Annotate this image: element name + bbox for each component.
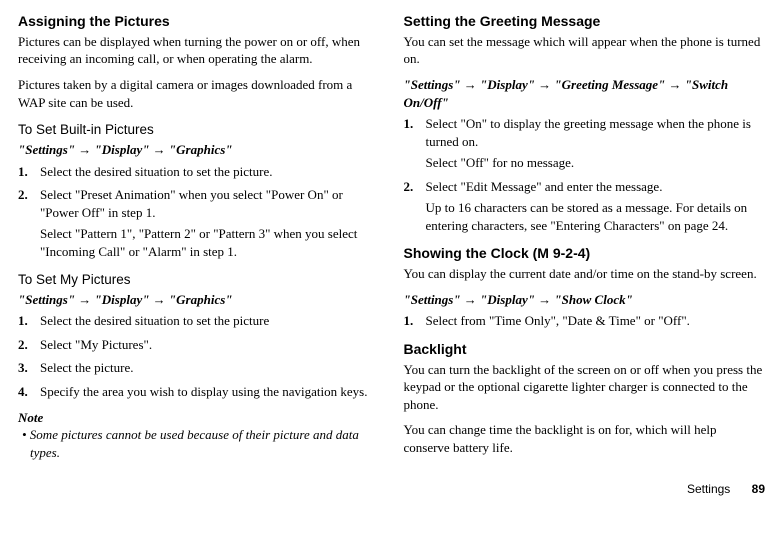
- heading-assigning-pictures: Assigning the Pictures: [18, 12, 380, 31]
- paragraph: You can set the message which will appea…: [404, 33, 766, 68]
- step-list: 1. Select the desired situation to set th…: [18, 312, 380, 400]
- step-text: Specify the area you wish to display usi…: [40, 384, 367, 399]
- step-text: Select the desired situation to set the …: [40, 313, 269, 328]
- footer-page-number: 89: [752, 482, 765, 496]
- step-item: 2. Select "Edit Message" and enter the me…: [404, 178, 766, 235]
- paragraph: You can display the current date and/or …: [404, 265, 766, 283]
- step-item: 4. Specify the area you wish to display u…: [18, 383, 380, 401]
- left-column: Assigning the Pictures Pictures can be d…: [18, 12, 380, 465]
- step-text: Select the picture.: [40, 360, 134, 375]
- menu-path: "Settings" → "Display" → "Graphics": [18, 141, 380, 159]
- step-number: 2.: [404, 178, 414, 196]
- page-footer: Settings 89: [18, 481, 765, 497]
- step-number: 2.: [18, 186, 28, 204]
- heading-greeting-message: Setting the Greeting Message: [404, 12, 766, 31]
- menu-path: "Settings" → "Display" → "Graphics": [18, 291, 380, 309]
- step-item: 3. Select the picture.: [18, 359, 380, 377]
- step-list: 1. Select "On" to display the greeting me…: [404, 115, 766, 234]
- step-list: 1. Select from "Time Only", "Date & Time"…: [404, 312, 766, 330]
- step-item: 2. Select "My Pictures".: [18, 336, 380, 354]
- step-text: Select from "Time Only", "Date & Time" o…: [426, 313, 690, 328]
- step-subtext: Up to 16 characters can be stored as a m…: [426, 199, 766, 234]
- paragraph: Pictures taken by a digital camera or im…: [18, 76, 380, 111]
- right-column: Setting the Greeting Message You can set…: [404, 12, 766, 465]
- step-number: 1.: [18, 163, 28, 181]
- footer-section-label: Settings: [687, 482, 730, 496]
- menu-code: (M 9-2-4): [533, 245, 591, 261]
- step-item: 1. Select the desired situation to set th…: [18, 312, 380, 330]
- paragraph: Pictures can be displayed when turning t…: [18, 33, 380, 68]
- note-body: • Some pictures cannot be used because o…: [18, 426, 380, 461]
- subheading-builtin-pictures: To Set Built-in Pictures: [18, 121, 380, 139]
- step-item: 1. Select "On" to display the greeting me…: [404, 115, 766, 172]
- step-text: Select "On" to display the greeting mess…: [426, 116, 751, 149]
- note-heading: Note: [18, 409, 380, 427]
- step-number: 3.: [18, 359, 28, 377]
- page-columns: Assigning the Pictures Pictures can be d…: [18, 12, 765, 465]
- step-text: Select "Preset Animation" when you selec…: [40, 187, 343, 220]
- step-subtext: Select "Off" for no message.: [426, 154, 766, 172]
- step-number: 1.: [404, 312, 414, 330]
- heading-backlight: Backlight: [404, 340, 766, 359]
- step-item: 1. Select the desired situation to set th…: [18, 163, 380, 181]
- heading-text: Showing the Clock: [404, 245, 529, 261]
- step-number: 1.: [18, 312, 28, 330]
- step-number: 4.: [18, 383, 28, 401]
- step-text: Select "Edit Message" and enter the mess…: [426, 179, 663, 194]
- step-subtext: Select "Pattern 1", "Pattern 2" or "Patt…: [40, 225, 380, 260]
- step-text: Select "My Pictures".: [40, 337, 152, 352]
- paragraph: You can turn the backlight of the screen…: [404, 361, 766, 414]
- heading-showing-clock: Showing the Clock (M 9-2-4): [404, 244, 766, 263]
- step-item: 1. Select from "Time Only", "Date & Time"…: [404, 312, 766, 330]
- step-list: 1. Select the desired situation to set th…: [18, 163, 380, 261]
- step-text: Select the desired situation to set the …: [40, 164, 273, 179]
- paragraph: You can change time the backlight is on …: [404, 421, 766, 456]
- step-item: 2. Select "Preset Animation" when you sel…: [18, 186, 380, 260]
- step-number: 2.: [18, 336, 28, 354]
- menu-path: "Settings" → "Display" → "Greeting Messa…: [404, 76, 766, 111]
- step-number: 1.: [404, 115, 414, 133]
- menu-path: "Settings" → "Display" → "Show Clock": [404, 291, 766, 309]
- subheading-my-pictures: To Set My Pictures: [18, 271, 380, 289]
